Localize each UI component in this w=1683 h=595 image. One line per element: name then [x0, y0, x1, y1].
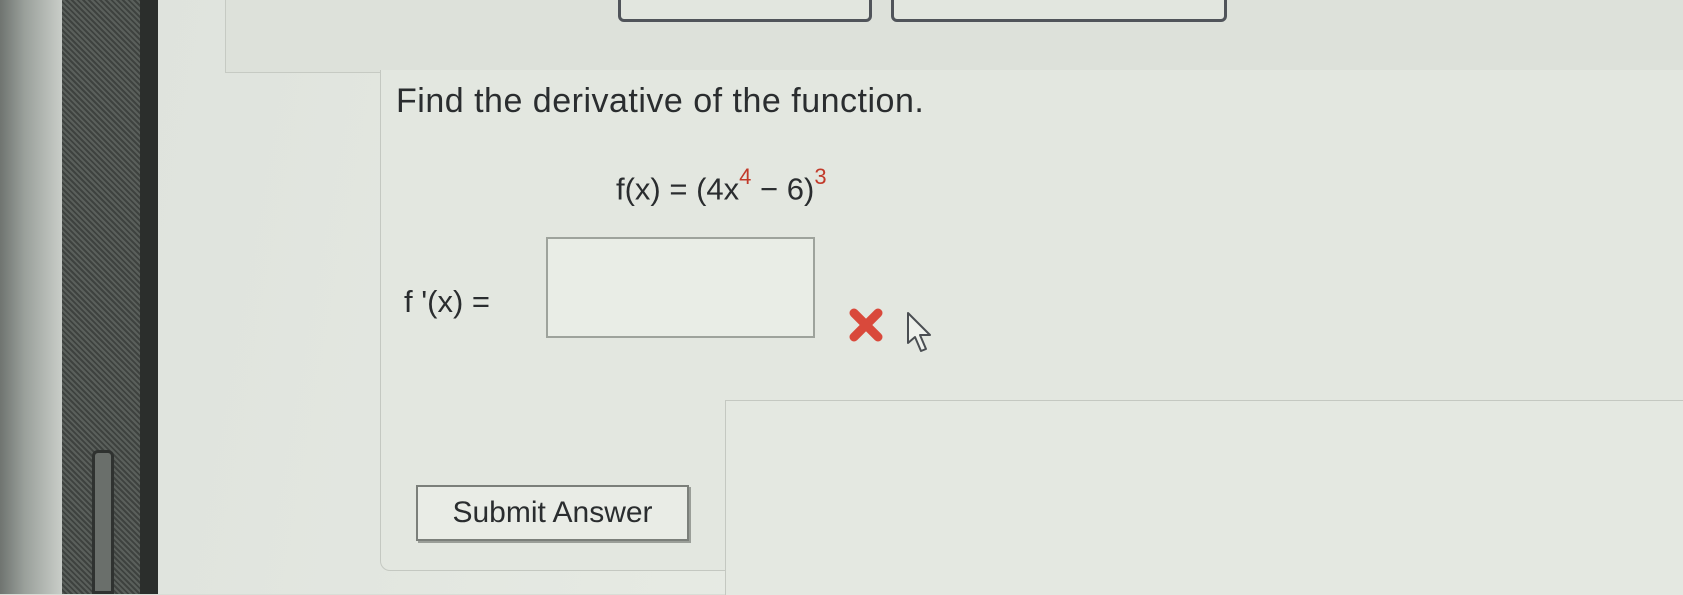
- outer-exponent: 3: [814, 164, 827, 189]
- function-equation: f(x) = (4x4 − 6)3: [616, 164, 827, 207]
- question-prompt: Find the derivative of the function.: [396, 82, 925, 120]
- device-bezel-edge: [140, 0, 158, 594]
- derivative-answer-input[interactable]: [546, 237, 815, 338]
- device-bezel: [0, 0, 62, 594]
- top-panel: [225, 0, 1683, 73]
- feedback-panel: [725, 400, 1683, 595]
- function-lhs: f(x) = (4x: [616, 171, 740, 207]
- top-field-box[interactable]: [891, 0, 1227, 22]
- incorrect-x-icon: [849, 308, 883, 342]
- inner-exponent: 4: [739, 164, 752, 189]
- scrollbar-handle[interactable]: [92, 450, 114, 594]
- submit-answer-button[interactable]: Submit Answer: [416, 485, 689, 541]
- top-field-box[interactable]: [618, 0, 872, 22]
- mouse-cursor-icon: [907, 312, 931, 352]
- function-middle: − 6): [751, 171, 815, 207]
- answer-label: f '(x) =: [404, 284, 491, 319]
